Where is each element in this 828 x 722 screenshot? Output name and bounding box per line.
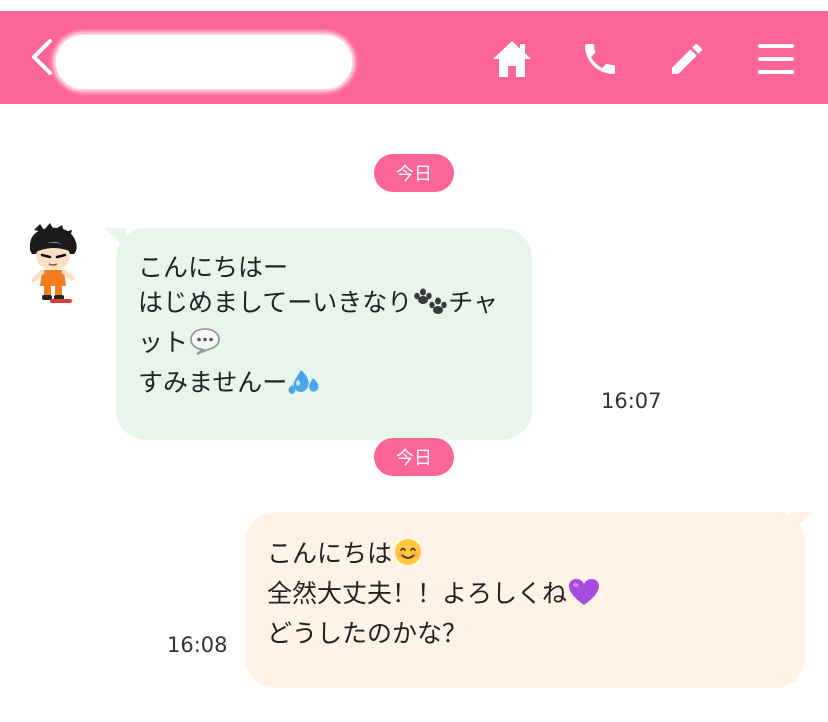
home-icon bbox=[493, 41, 531, 77]
message-line: こんにちはー bbox=[138, 253, 289, 282]
message-line: どうしたのかな？ bbox=[267, 619, 468, 648]
app-header bbox=[0, 11, 828, 104]
message-timestamp: 16:08 bbox=[167, 633, 228, 657]
paw-prints-icon bbox=[412, 286, 448, 325]
home-button[interactable] bbox=[486, 33, 538, 85]
outgoing-message-bubble[interactable]: こんにちは 全然大丈夫！！よろしくね どうしたのかな？ bbox=[245, 512, 805, 688]
message-timestamp: 16:07 bbox=[601, 389, 662, 413]
message-line: ット bbox=[138, 328, 189, 357]
date-divider: 今日 bbox=[374, 154, 454, 192]
chevron-left-icon bbox=[32, 39, 52, 75]
sweat-droplets-icon bbox=[287, 366, 321, 405]
message-line: 全然大丈夫！！よろしくね bbox=[267, 579, 568, 608]
call-button[interactable] bbox=[574, 33, 626, 85]
avatar[interactable] bbox=[20, 222, 86, 304]
menu-button[interactable] bbox=[750, 33, 802, 85]
message-line: チャ bbox=[448, 288, 499, 317]
message-line: こんにちは bbox=[267, 539, 393, 568]
message-line: はじめましてーいきなり bbox=[138, 288, 413, 317]
pencil-icon bbox=[672, 43, 703, 74]
incoming-message-bubble[interactable]: こんにちはー はじめましてーいきなり チャ ット すみませんー bbox=[116, 228, 532, 440]
message-line: すみませんー bbox=[138, 368, 288, 397]
compose-button[interactable] bbox=[661, 33, 713, 85]
phone-icon bbox=[585, 44, 615, 74]
smiling-face-icon bbox=[392, 537, 424, 576]
avatar-character-icon bbox=[29, 223, 77, 303]
redacted-title bbox=[56, 35, 352, 89]
hamburger-icon bbox=[758, 44, 794, 74]
date-divider: 今日 bbox=[374, 438, 454, 476]
speech-balloon-icon bbox=[188, 326, 222, 365]
purple-heart-icon bbox=[567, 577, 601, 616]
